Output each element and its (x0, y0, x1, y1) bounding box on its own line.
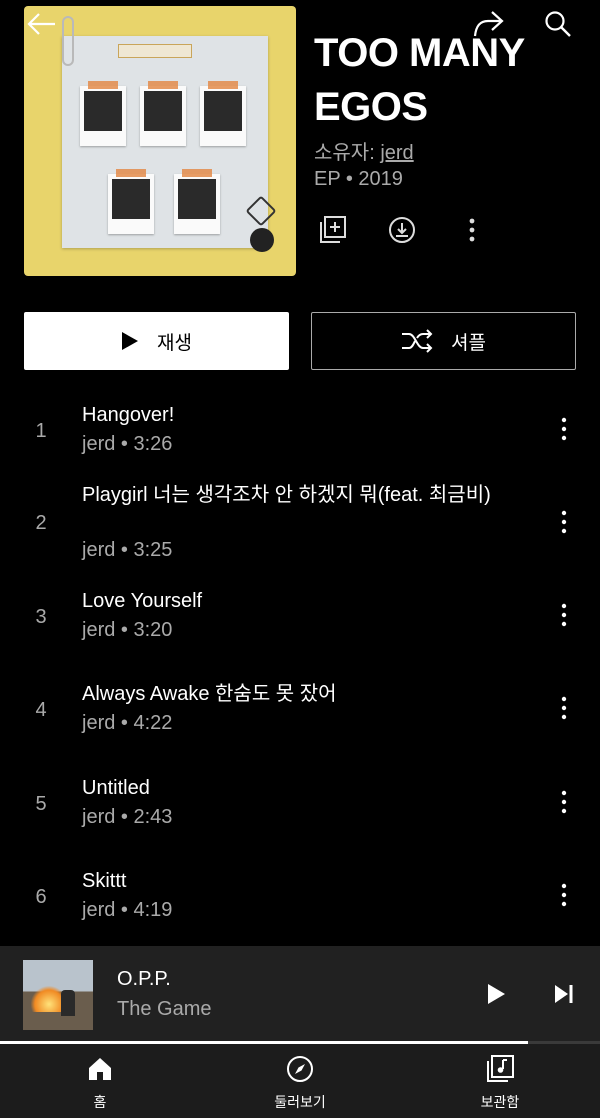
back-arrow-icon[interactable] (22, 6, 62, 42)
shuffle-icon (402, 329, 433, 353)
album-art (24, 6, 296, 276)
track-title: Playgirl 너는 생각조차 안 하겠지 뭐(feat. 최금비) (82, 484, 491, 506)
play-button[interactable]: 재생 (24, 312, 289, 370)
track-number: 5 (35, 793, 47, 815)
skip-next-icon[interactable] (546, 976, 582, 1012)
album-art-polaroid (140, 81, 186, 146)
album-title: TOO MANY EGOS (314, 31, 525, 129)
mini-play-icon[interactable] (478, 976, 514, 1012)
track-artist-duration: jerd • 3:25 (82, 539, 173, 561)
track-more-icon[interactable] (550, 787, 578, 817)
play-icon (122, 332, 139, 350)
track-number: 3 (35, 606, 47, 628)
track-title: Hangover! (82, 404, 175, 426)
album-owner: 소유자: jerd (314, 136, 414, 165)
mini-player-thumbnail (23, 960, 93, 1030)
track-title: Always Awake 한숨도 못 잤어 (82, 683, 337, 705)
download-icon[interactable] (386, 214, 418, 246)
mini-player-artist: The Game (117, 998, 212, 1020)
album-art-polaroid (108, 169, 154, 234)
owner-link[interactable]: jerd (380, 142, 413, 164)
album-type-year: EP • 2019 (314, 168, 403, 190)
play-button-label: 재생 (157, 331, 192, 354)
track-more-icon[interactable] (550, 693, 578, 723)
mini-player-title: O.P.P. (117, 968, 171, 990)
shuffle-button-label: 셔플 (451, 331, 486, 354)
track-number: 4 (35, 699, 47, 721)
album-art-label (118, 44, 192, 58)
add-to-library-icon[interactable] (316, 214, 348, 246)
track-number: 2 (35, 512, 47, 534)
track-more-icon[interactable] (550, 600, 578, 630)
track-more-icon[interactable] (550, 414, 578, 444)
more-vert-icon[interactable] (456, 214, 488, 246)
nav-label: 둘러보기 (274, 1095, 326, 1111)
paper-clip-icon (62, 16, 74, 66)
track-more-icon[interactable] (550, 880, 578, 910)
owner-prefix: 소유자: (314, 142, 381, 164)
nav-item-home[interactable]: 홈 (40, 1054, 160, 1114)
track-artist-duration: jerd • 4:22 (82, 712, 173, 734)
track-number: 6 (35, 886, 47, 908)
track-title: Love Yourself (82, 590, 203, 612)
track-artist-duration: jerd • 3:20 (82, 619, 173, 641)
track-number: 1 (35, 420, 47, 442)
nav-item-library[interactable]: 보관함 (440, 1054, 560, 1114)
nav-label: 홈 (93, 1095, 107, 1111)
disc-logo-icon (250, 228, 274, 252)
track-title: Skittt (82, 870, 127, 892)
shuffle-button[interactable]: 셔플 (311, 312, 576, 370)
track-more-icon[interactable] (550, 507, 578, 537)
album-art-polaroid (80, 81, 126, 146)
track-artist-duration: jerd • 2:43 (82, 806, 173, 828)
library-icon (485, 1054, 515, 1084)
thumbnail-figure (61, 990, 75, 1016)
album-art-polaroid (200, 81, 246, 146)
compass-icon (285, 1054, 315, 1084)
home-icon (85, 1054, 115, 1084)
track-artist-duration: jerd • 4:19 (82, 899, 173, 921)
nav-item-explore[interactable]: 둘러보기 (240, 1054, 360, 1114)
track-artist-duration: jerd • 3:26 (82, 433, 173, 455)
nav-label: 보관함 (480, 1095, 520, 1111)
album-art-polaroid (174, 169, 220, 234)
track-title: Untitled (82, 777, 150, 799)
album-art-paper (62, 36, 268, 248)
bottom-nav: 홈 둘러보기 보관함 (0, 1044, 600, 1118)
